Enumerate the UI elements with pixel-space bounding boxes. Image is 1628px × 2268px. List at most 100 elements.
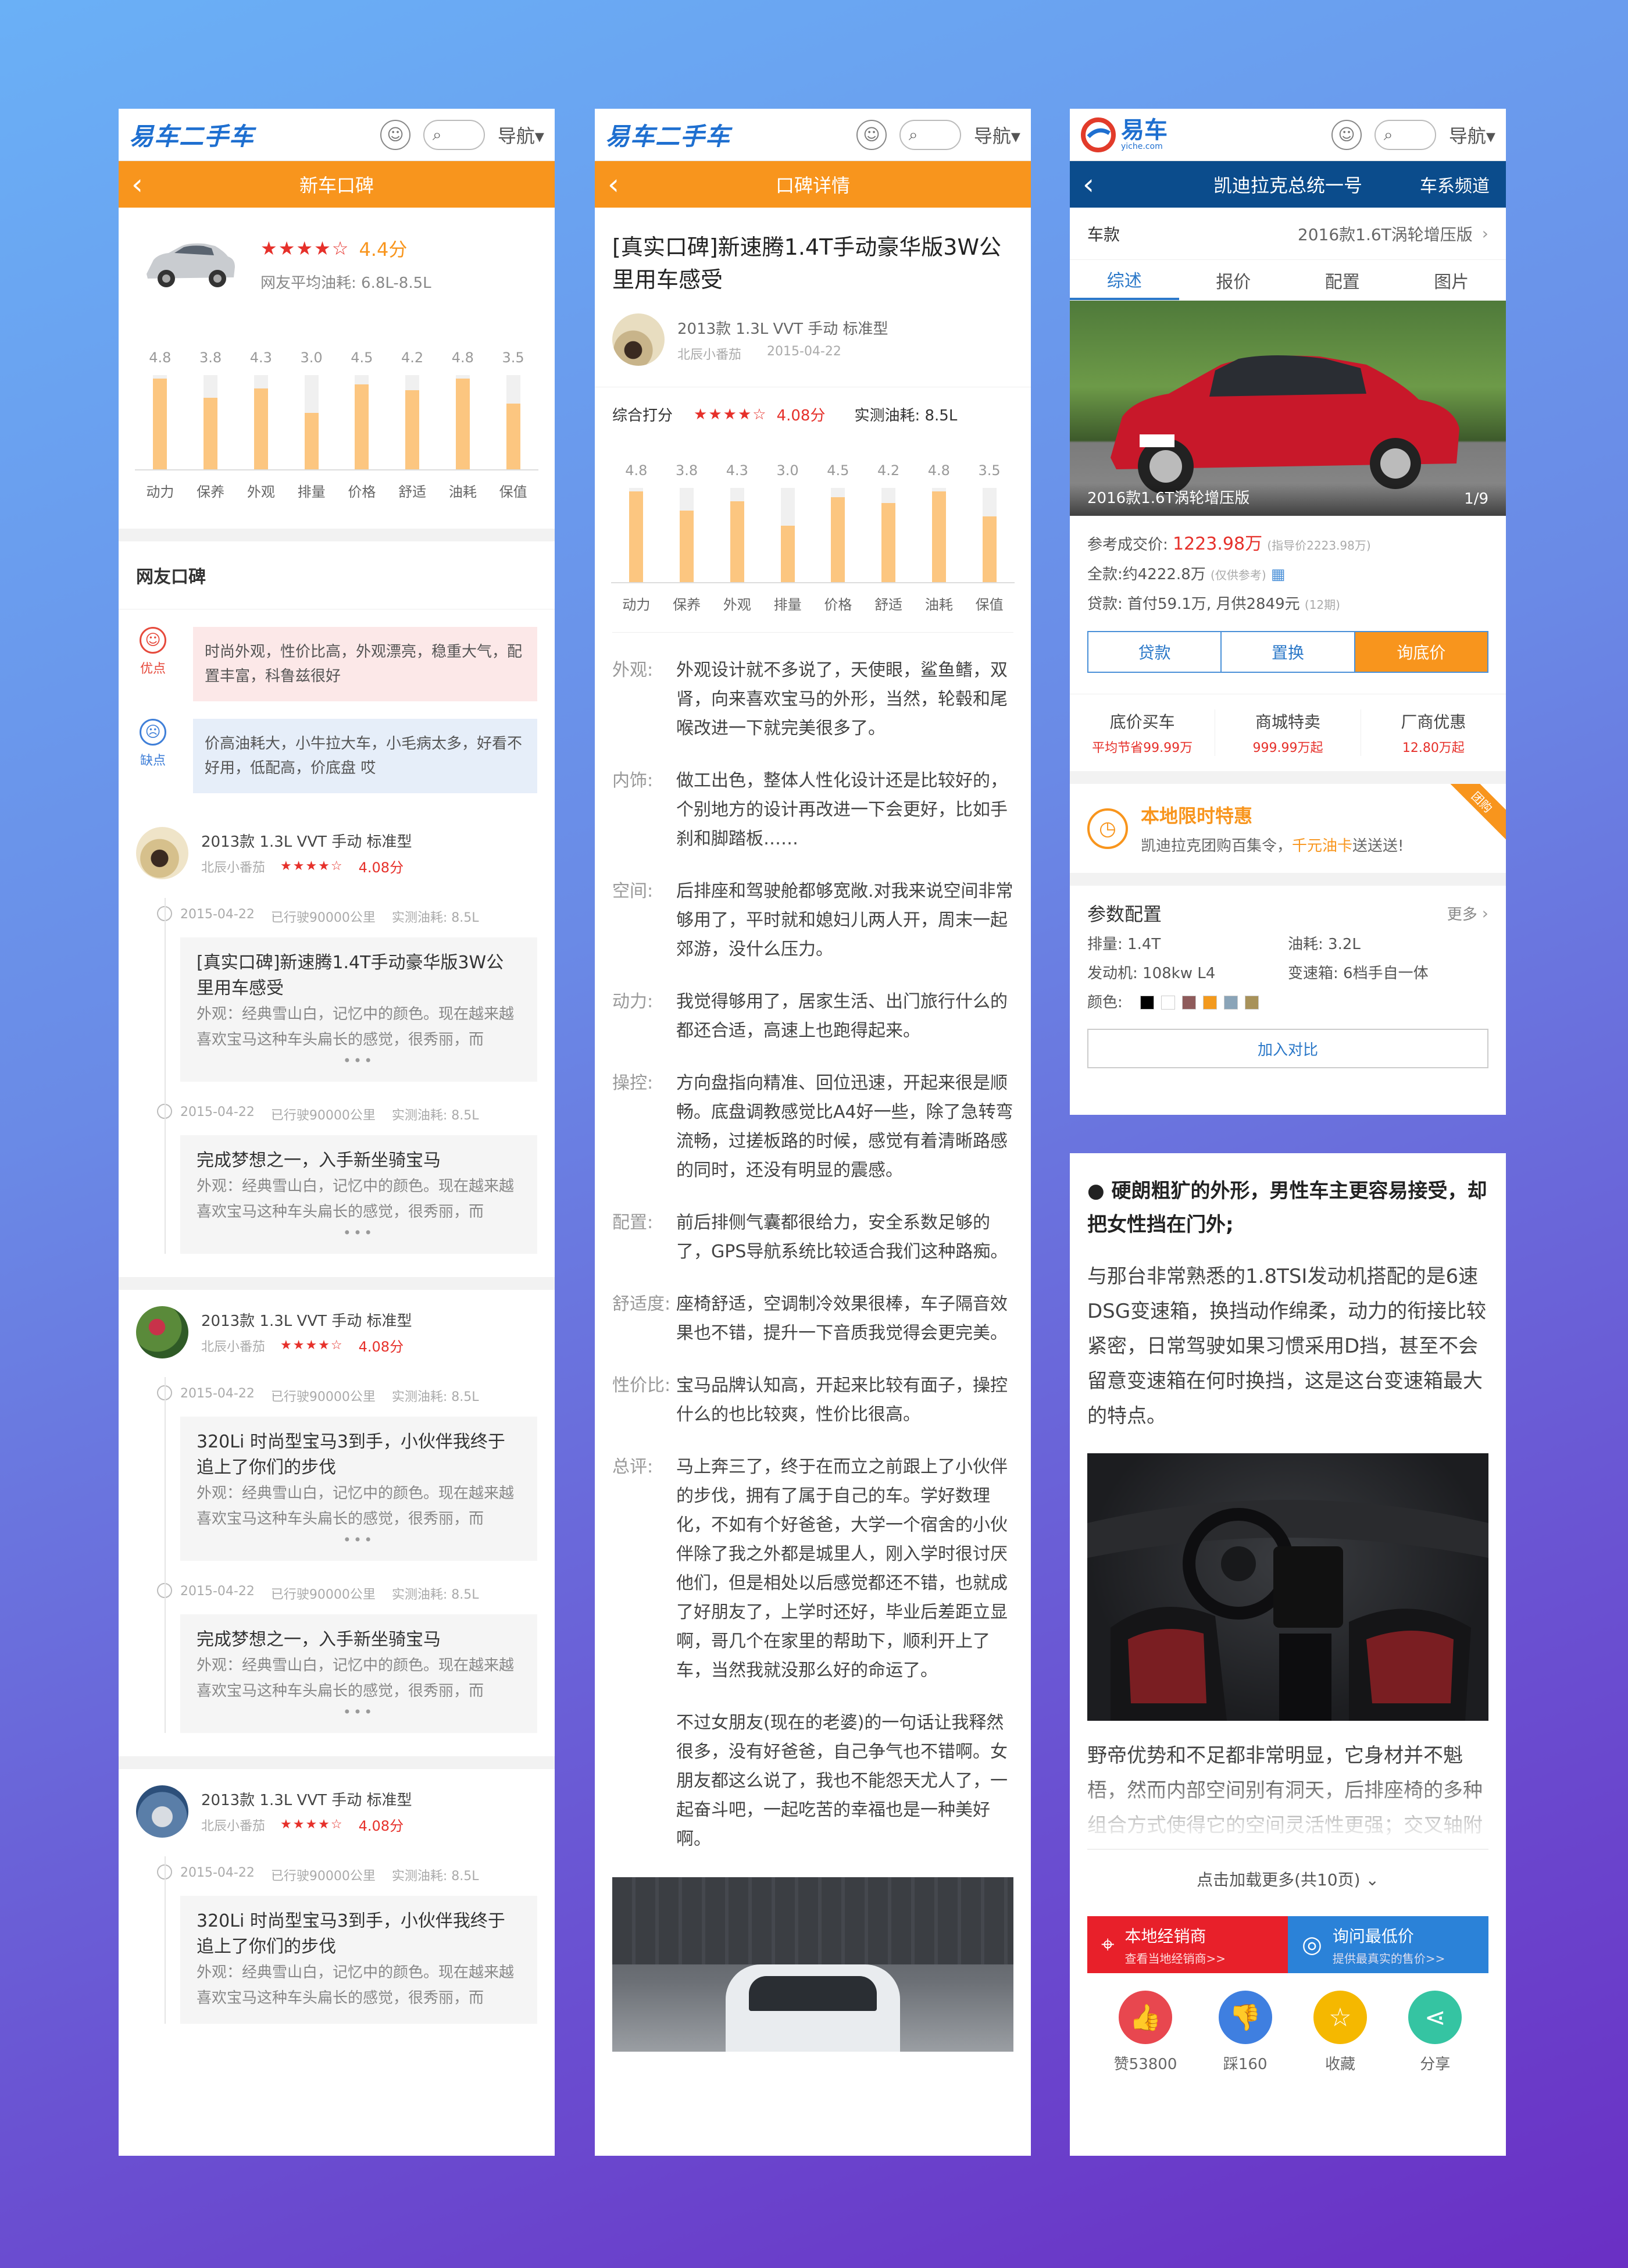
- score-bar-label: 价格: [824, 597, 852, 613]
- screen-new-car-reviews: 易车二手车 ☺ ⌕ 导航▾ ‹ 新车口碑 ★★★★☆ 4.4分 网友平均油耗: …: [119, 109, 555, 2156]
- entry-excerpt: 外观：经典雪山白，记忆中的颜色。现在越来越喜欢宝马这种车头扁长的感觉，很秀丽，而: [197, 1485, 515, 1528]
- user-icon[interactable]: ☺: [1331, 119, 1362, 150]
- price-info: 参考成交价: 1223.98万 (指导价2223.98万) 全款:约4222.8…: [1070, 516, 1506, 619]
- logo[interactable]: 易车二手车: [129, 117, 254, 152]
- more-dots: •••: [342, 1704, 375, 1720]
- review-model: 2013款 1.3L VVT 手动 标准型: [201, 1792, 412, 1809]
- deal-lowest[interactable]: 底价买车 平均节省99.99万: [1070, 709, 1216, 756]
- like-button[interactable]: 👍 赞53800: [1114, 1991, 1177, 2074]
- search-input[interactable]: ⌕: [423, 119, 485, 150]
- color-swatch[interactable]: [1161, 996, 1175, 1010]
- add-compare-button[interactable]: 加入对比: [1087, 1029, 1488, 1068]
- score-bar-value: 4.8: [451, 350, 474, 366]
- ask-price-button[interactable]: 询底价: [1355, 632, 1487, 672]
- tab-images[interactable]: 图片: [1397, 260, 1506, 300]
- calculator-icon[interactable]: ▦: [1271, 566, 1286, 583]
- review-entry-card[interactable]: 320Li 时尚型宝马3到手，小伙伴我终于追上了你们的步伐 外观：经典雪山白，记忆…: [180, 1896, 537, 2024]
- entry-meta: 2015-04-22 已行驶90000公里 实测油耗: 8.5L: [119, 906, 555, 926]
- full-note: (仅供参考): [1211, 568, 1266, 582]
- logo[interactable]: 易车二手车: [605, 117, 730, 152]
- nav-menu[interactable]: 导航▾: [498, 122, 544, 148]
- local-dealer-button[interactable]: ⌖ 本地经销商 查看当地经销商>>: [1087, 1916, 1288, 1973]
- overall-stars: ★★★★☆: [694, 405, 767, 423]
- interior-illustration: [1087, 1500, 1488, 1721]
- score-bar-value: 3.8: [676, 462, 698, 479]
- more-dots: •••: [342, 1053, 375, 1069]
- color-swatch[interactable]: [1140, 996, 1154, 1010]
- color-swatch[interactable]: [1181, 996, 1196, 1010]
- pros-label: 优点: [140, 662, 166, 676]
- color-swatch[interactable]: [1244, 996, 1259, 1010]
- favorite-button[interactable]: ☆ 收藏: [1313, 1991, 1367, 2074]
- section-text: 后排座和驾驶舱都够宽敞.对我来说空间非常够用了，平时就和媳妇儿两人开，周末一起郊…: [676, 881, 1013, 960]
- review-user[interactable]: 北辰小番茄: [201, 857, 265, 876]
- avatar[interactable]: [136, 1785, 188, 1838]
- top-bar: 易车二手车 ☺ ⌕ 导航▾: [595, 109, 1031, 161]
- tab-config[interactable]: 配置: [1288, 260, 1397, 300]
- user-icon[interactable]: ☺: [856, 119, 887, 150]
- tab-overview[interactable]: 综述: [1070, 260, 1179, 300]
- score-bar-value: 4.8: [149, 350, 172, 366]
- interior-photo[interactable]: [1087, 1453, 1488, 1721]
- entry-title: 完成梦想之一，入手新坐骑宝马: [197, 1629, 441, 1650]
- series-channel-link[interactable]: 车系频道: [1420, 172, 1490, 197]
- review-user[interactable]: 北辰小番茄: [677, 344, 741, 363]
- promo-title: 本地限时特惠: [1141, 805, 1253, 827]
- section-text: 前后排侧气囊都很给力，安全系数足够的了，GPS导航系统比较适合我们这种路痴。: [676, 1213, 1008, 1262]
- score-bar-label: 动力: [622, 597, 651, 613]
- score-bar-fill: [153, 379, 167, 469]
- avatar[interactable]: [136, 1306, 188, 1358]
- back-icon[interactable]: ‹: [1083, 161, 1094, 208]
- entry-meta: 2015-04-22 已行驶90000公里 实测油耗: 8.5L: [119, 1583, 555, 1603]
- review-block: 2013款 1.3L VVT 手动 标准型 北辰小番茄 ★★★★☆ 4.08分 2015…: [119, 811, 555, 1277]
- section-title: 网友口碑: [136, 567, 206, 587]
- review-entry-card[interactable]: 完成梦想之一，入手新坐骑宝马 外观：经典雪山白，记忆中的颜色。现在越来越喜欢宝马这…: [180, 1614, 537, 1733]
- deal-maker[interactable]: 厂商优惠 12.80万起: [1361, 709, 1506, 756]
- review-entry-card[interactable]: 320Li 时尚型宝马3到手，小伙伴我终于追上了你们的步伐 外观：经典雪山白，记忆…: [180, 1417, 537, 1561]
- price-value: 1223.98万: [1173, 534, 1263, 554]
- lowest-price-button[interactable]: ◎ 询问最低价 提供最真实的售价>>: [1288, 1916, 1488, 1973]
- avatar[interactable]: [136, 827, 188, 879]
- back-icon[interactable]: ‹: [608, 161, 619, 208]
- score-bar-value: 4.8: [625, 462, 648, 479]
- back-icon[interactable]: ‹: [131, 161, 143, 208]
- deal-mall[interactable]: 商城特卖 999.99万起: [1215, 709, 1361, 756]
- tab-price[interactable]: 报价: [1179, 260, 1288, 300]
- score-bar-label: 保值: [499, 484, 527, 500]
- yiche-logo[interactable]: 易车 yiche.com: [1080, 117, 1168, 153]
- color-swatch[interactable]: [1223, 996, 1238, 1010]
- share-button[interactable]: ⋖ 分享: [1408, 1991, 1462, 2074]
- search-input[interactable]: ⌕: [1374, 119, 1436, 150]
- search-icon: ⌕: [1383, 124, 1393, 144]
- review-user[interactable]: 北辰小番茄: [201, 1336, 265, 1355]
- smile-icon: ☺: [140, 627, 166, 654]
- nav-menu[interactable]: 导航▾: [1449, 122, 1495, 148]
- search-input[interactable]: ⌕: [899, 119, 961, 150]
- review-entry-card[interactable]: 完成梦想之一，入手新坐骑宝马 外观：经典雪山白，记忆中的颜色。现在越来越喜欢宝马这…: [180, 1135, 537, 1254]
- section-text: 宝马品牌认知高，开起来比较有面子，操控什么的也比较爽，性价比很高。: [676, 1375, 1008, 1425]
- finance-buttons: 贷款 置换 询底价: [1087, 631, 1488, 673]
- review-user[interactable]: 北辰小番茄: [201, 1816, 265, 1834]
- trade-in-button[interactable]: 置换: [1222, 632, 1355, 672]
- review-section: 外观: 外观设计就不多说了，天使眼，鲨鱼鳍，双肾，向来喜欢宝马的外形，当然，轮毂和…: [595, 656, 1031, 743]
- user-icon[interactable]: ☺: [380, 119, 410, 150]
- color-swatch[interactable]: [1202, 996, 1217, 1010]
- load-more-button[interactable]: 点击加载更多(共10页) ⌄: [1087, 1850, 1488, 1916]
- car-photo[interactable]: 2016款1.6T涡轮增压版 1/9: [1070, 301, 1506, 516]
- entry-title: [真实口碑]新速腾1.4T手动豪华版3W公里用车感受: [197, 953, 504, 999]
- review-entry-card[interactable]: [真实口碑]新速腾1.4T手动豪华版3W公里用车感受 外观：经典雪山白，记忆中的颜…: [180, 937, 537, 1082]
- article-para-1: 与那台非常熟悉的1.8TSI发动机搭配的是6速DSG变速箱，换挡动作绵柔，动力的…: [1087, 1265, 1487, 1428]
- score-bar-fill: [455, 379, 470, 469]
- avatar[interactable]: [612, 313, 665, 366]
- score-bar-value: 4.5: [351, 350, 373, 366]
- params-more-link[interactable]: 更多: [1447, 903, 1477, 924]
- loan-button[interactable]: 贷款: [1088, 632, 1222, 672]
- section-label: [612, 1709, 676, 1854]
- model-selector[interactable]: 车款 2016款1.6T涡轮增压版 ›: [1070, 208, 1506, 260]
- nav-menu[interactable]: 导航▾: [974, 122, 1020, 148]
- promo-banner[interactable]: ◷ 本地限时特惠 凯迪拉克团购百集令，千元油卡送送送! 团购: [1070, 784, 1506, 873]
- dislike-button[interactable]: 👎 踩160: [1218, 1991, 1272, 2074]
- entry-excerpt: 外观：经典雪山白，记忆中的颜色。现在越来越喜欢宝马这种车头扁长的感觉，很秀丽，而: [197, 1964, 515, 2007]
- score-bar-label: 油耗: [924, 597, 953, 613]
- cons-text: 价高油耗大，小牛拉大车，小毛病太多，好看不好用，低配高，价底盘 哎: [193, 719, 537, 793]
